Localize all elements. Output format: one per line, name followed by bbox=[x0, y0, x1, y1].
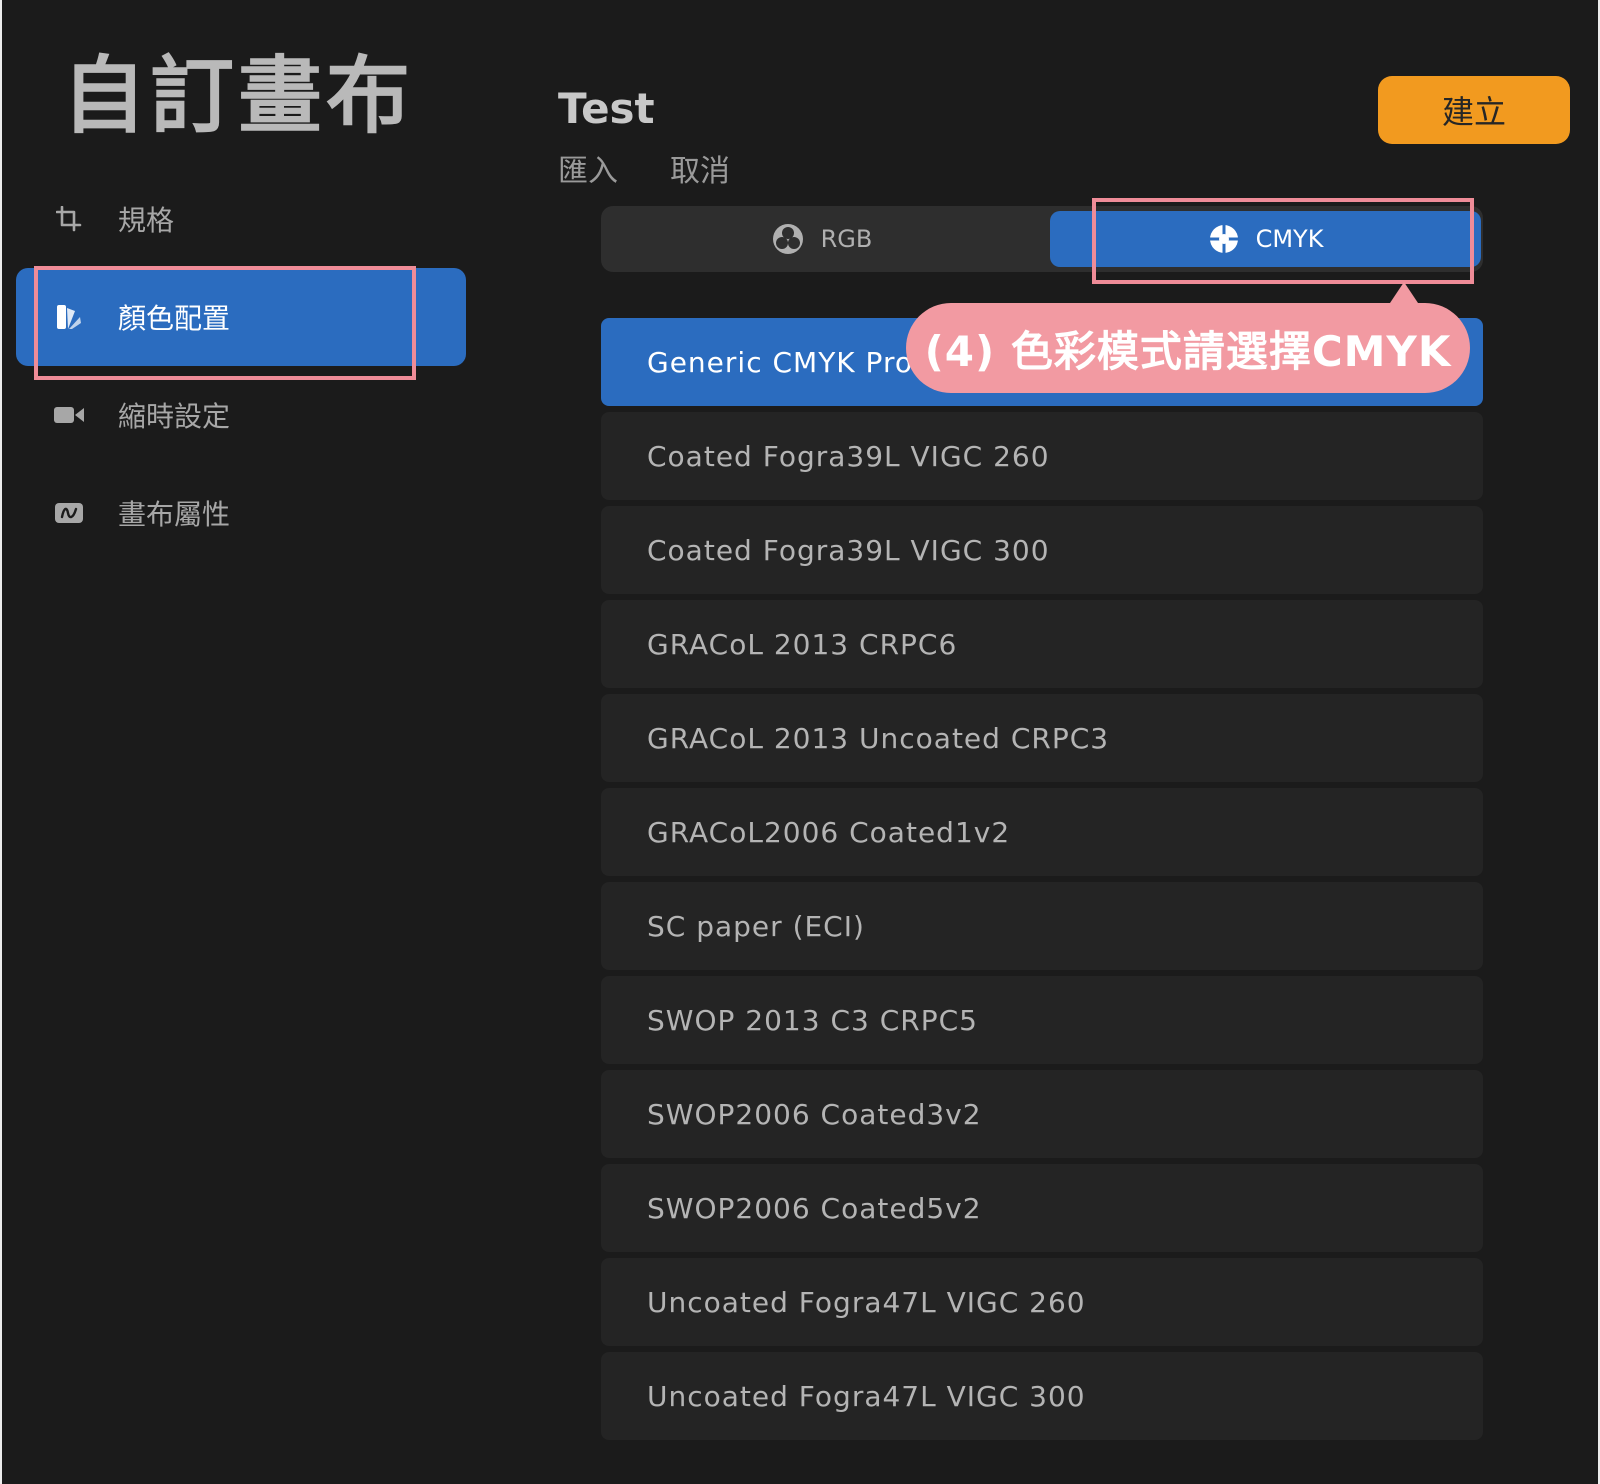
highlight-box-cmyk bbox=[1092, 198, 1474, 284]
profile-item[interactable]: SWOP2006 Coated3v2 bbox=[601, 1070, 1483, 1158]
color-mode-rgb-option[interactable]: RGB bbox=[601, 206, 1042, 272]
import-button[interactable]: 匯入 bbox=[558, 146, 618, 190]
annotation-callout: (4) 色彩模式請選擇CMYK bbox=[906, 303, 1470, 393]
canvas-properties-icon bbox=[52, 496, 86, 530]
sidebar-item-canvas-properties[interactable]: 畫布屬性 bbox=[16, 464, 466, 562]
sidebar-item-timelapse[interactable]: 縮時設定 bbox=[16, 366, 466, 464]
rgb-label: RGB bbox=[820, 225, 873, 253]
video-camera-icon bbox=[52, 398, 86, 432]
profile-item[interactable]: SWOP 2013 C3 CRPC5 bbox=[601, 976, 1483, 1064]
highlight-box-sidebar bbox=[34, 266, 416, 380]
canvas-name: Test bbox=[558, 84, 655, 133]
profile-item[interactable]: GRACoL2006 Coated1v2 bbox=[601, 788, 1483, 876]
sidebar-item-label: 縮時設定 bbox=[118, 400, 231, 433]
crop-icon bbox=[52, 202, 86, 236]
profile-item[interactable]: GRACoL 2013 Uncoated CRPC3 bbox=[601, 694, 1483, 782]
profile-item[interactable]: Uncoated Fogra47L VIGC 300 bbox=[601, 1352, 1483, 1440]
profile-item[interactable]: GRACoL 2013 CRPC6 bbox=[601, 600, 1483, 688]
sidebar-item-label: 畫布屬性 bbox=[118, 498, 231, 531]
page-title: 自訂畫布 bbox=[62, 47, 415, 145]
cancel-button[interactable]: 取消 bbox=[670, 146, 730, 190]
create-button[interactable]: 建立 bbox=[1378, 76, 1570, 144]
custom-canvas-dialog: 自訂畫布 規格 顏色配置 縮時設定 畫布屬性 Test 匯入 取消 建立 RGB… bbox=[2, 0, 1598, 1484]
sidebar-item-specs[interactable]: 規格 bbox=[16, 170, 466, 268]
profile-item[interactable]: SWOP2006 Coated5v2 bbox=[601, 1164, 1483, 1252]
sidebar-item-label: 規格 bbox=[118, 204, 175, 237]
profile-item[interactable]: SC paper (ECI) bbox=[601, 882, 1483, 970]
profile-item[interactable]: Uncoated Fogra47L VIGC 260 bbox=[601, 1258, 1483, 1346]
profile-item[interactable]: Coated Fogra39L VIGC 300 bbox=[601, 506, 1483, 594]
profile-item[interactable]: Coated Fogra39L VIGC 260 bbox=[601, 412, 1483, 500]
rgb-icon bbox=[772, 224, 803, 254]
